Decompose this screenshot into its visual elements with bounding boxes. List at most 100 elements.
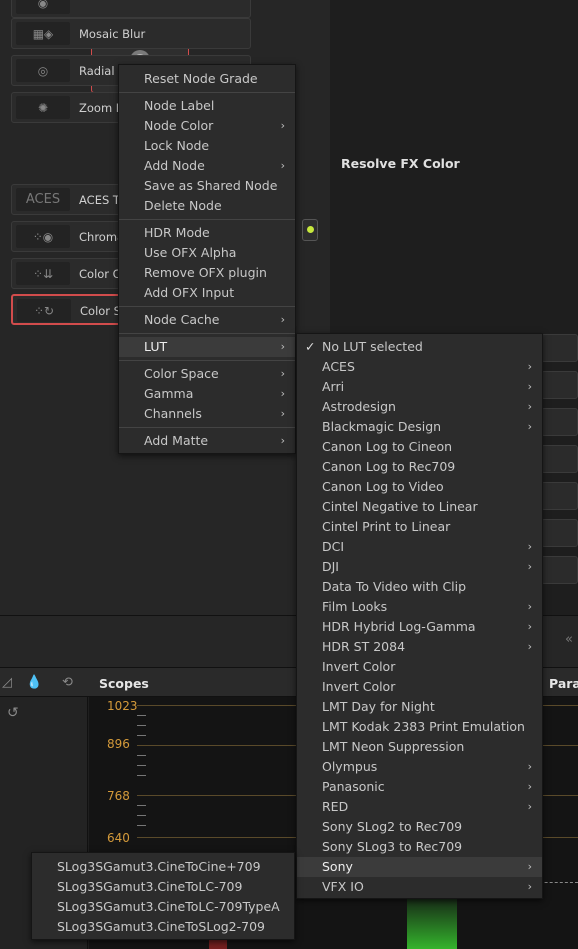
output-node[interactable]	[302, 219, 318, 241]
fx-item-partial[interactable]	[541, 445, 578, 473]
lut-item-sony-slog3-to-rec709[interactable]: Sony SLog3 to Rec709	[297, 837, 542, 857]
lut-item-canon-log-to-cineon[interactable]: Canon Log to Cineon	[297, 437, 542, 457]
menu-item-label: Gamma	[144, 386, 194, 401]
menu-item-hdr-mode[interactable]: HDR Mode	[119, 223, 295, 243]
chevron-right-icon: ›	[527, 560, 532, 573]
lut-item-film-looks[interactable]: Film Looks ›	[297, 597, 542, 617]
menu-item-label: Blackmagic Design	[322, 419, 442, 434]
menu-item-color-space[interactable]: Color Space ›	[119, 364, 295, 384]
menu-item-node-label[interactable]: Node Label	[119, 96, 295, 116]
menu-item-reset-node-grade[interactable]: Reset Node Grade	[119, 69, 295, 89]
menu-item-label: HDR Hybrid Log-Gamma	[322, 619, 476, 634]
lut-item-invert-color[interactable]: Invert Color	[297, 657, 542, 677]
scope-scale-1023: 1023	[107, 699, 138, 713]
lut-item-vfx-io[interactable]: VFX IO ›	[297, 877, 542, 897]
menu-item-label: Channels	[144, 406, 202, 421]
chevron-right-icon: ›	[280, 313, 285, 326]
fx-item-partial[interactable]	[541, 371, 578, 399]
lut-item-olympus[interactable]: Olympus ›	[297, 757, 542, 777]
lut-item-sony[interactable]: Sony ›	[297, 857, 542, 877]
menu-separator	[119, 306, 295, 307]
scope-tick	[137, 775, 146, 776]
sony-lut-cine-to-lc709-typea[interactable]: SLog3SGamut3.CineToLC-709TypeA	[32, 897, 294, 917]
reset-icon[interactable]: ↺	[7, 705, 19, 721]
lut-item-hdr-hybrid-log-gamma[interactable]: HDR Hybrid Log-Gamma ›	[297, 617, 542, 637]
lut-item-arri[interactable]: Arri ›	[297, 377, 542, 397]
zoom-blur-icon: ✺	[16, 96, 70, 119]
lut-item-hdr-st-2084[interactable]: HDR ST 2084 ›	[297, 637, 542, 657]
menu-item-gamma[interactable]: Gamma ›	[119, 384, 295, 404]
lut-item-astrodesign[interactable]: Astrodesign ›	[297, 397, 542, 417]
fx-item-mosaic-blur[interactable]: ▦◈ Mosaic Blur	[11, 18, 251, 49]
chevron-right-icon: ›	[527, 360, 532, 373]
menu-item-label: SLog3SGamut3.CineToSLog2-709	[57, 919, 265, 934]
lut-item-dji[interactable]: DJI ›	[297, 557, 542, 577]
menu-item-label: Remove OFX plugin	[144, 265, 267, 280]
menu-item-use-ofx-alpha[interactable]: Use OFX Alpha	[119, 243, 295, 263]
menu-item-label: Canon Log to Cineon	[322, 439, 453, 454]
menu-item-label: VFX IO	[322, 879, 364, 894]
menu-item-node-cache[interactable]: Node Cache ›	[119, 310, 295, 330]
sony-lut-cine-to-lc709[interactable]: SLog3SGamut3.CineToLC-709	[32, 877, 294, 897]
lut-item-aces[interactable]: ACES ›	[297, 357, 542, 377]
lut-item-data-to-video-with-clip[interactable]: Data To Video with Clip	[297, 577, 542, 597]
menu-item-label: Canon Log to Rec709	[322, 459, 456, 474]
chevrons-left-icon[interactable]: «	[565, 632, 573, 647]
lut-item-dci[interactable]: DCI ›	[297, 537, 542, 557]
menu-item-channels[interactable]: Channels ›	[119, 404, 295, 424]
scope-tick	[137, 715, 146, 716]
lut-item-panasonic[interactable]: Panasonic ›	[297, 777, 542, 797]
lut-item-canon-log-to-rec709[interactable]: Canon Log to Rec709	[297, 457, 542, 477]
menu-item-remove-ofx-plugin[interactable]: Remove OFX plugin	[119, 263, 295, 283]
lut-item-lmt-day-for-night[interactable]: LMT Day for Night	[297, 697, 542, 717]
chevron-right-icon: ›	[527, 600, 532, 613]
menu-item-add-ofx-input[interactable]: Add OFX Input	[119, 283, 295, 303]
chevron-right-icon: ›	[280, 434, 285, 447]
lut-item-sony-slog2-to-rec709[interactable]: Sony SLog2 to Rec709	[297, 817, 542, 837]
fx-item-label: Mosaic Blur	[79, 27, 146, 41]
chevron-right-icon: ›	[280, 340, 285, 353]
menu-item-node-color[interactable]: Node Color ›	[119, 116, 295, 136]
lut-item-invert-color-2[interactable]: Invert Color	[297, 677, 542, 697]
chevron-right-icon: ›	[280, 159, 285, 172]
sony-lut-cine-to-cine709[interactable]: SLog3SGamut3.CineToCine+709	[32, 857, 294, 877]
menu-item-label: RED	[322, 799, 349, 814]
lut-item-no-lut-selected[interactable]: ✓ No LUT selected	[297, 337, 542, 357]
menu-item-lock-node[interactable]: Lock Node	[119, 136, 295, 156]
fx-item-partial[interactable]	[541, 482, 578, 510]
menu-item-label: Add Node	[144, 158, 205, 173]
chevron-right-icon: ›	[280, 407, 285, 420]
lut-submenu: ✓ No LUT selected ACES › Arri › Astrodesign…	[296, 333, 543, 899]
menu-item-delete-node[interactable]: Delete Node	[119, 196, 295, 216]
scope-tick	[137, 725, 146, 726]
fx-item-partial[interactable]	[541, 334, 578, 362]
lut-item-red[interactable]: RED ›	[297, 797, 542, 817]
drop-icon[interactable]: 💧	[26, 675, 42, 690]
chevron-right-icon: ›	[527, 880, 532, 893]
menu-item-label: LMT Neon Suppression	[322, 739, 465, 754]
triangle-icon[interactable]: ◿	[2, 675, 12, 690]
lut-item-cintel-negative-to-linear[interactable]: Cintel Negative to Linear	[297, 497, 542, 517]
menu-item-label: LMT Day for Night	[322, 699, 435, 714]
menu-item-label: Data To Video with Clip	[322, 579, 467, 594]
menu-item-label: Delete Node	[144, 198, 222, 213]
history-icon[interactable]: ⟲	[62, 675, 73, 690]
lut-item-lmt-kodak-2383[interactable]: LMT Kodak 2383 Print Emulation	[297, 717, 542, 737]
fx-item-partial[interactable]	[541, 408, 578, 436]
menu-item-add-node[interactable]: Add Node ›	[119, 156, 295, 176]
chevron-right-icon: ›	[527, 620, 532, 633]
menu-item-lut[interactable]: LUT ›	[119, 337, 295, 357]
menu-item-save-as-shared-node[interactable]: Save as Shared Node	[119, 176, 295, 196]
lut-item-blackmagic-design[interactable]: Blackmagic Design ›	[297, 417, 542, 437]
sony-lut-cine-to-slog2-709[interactable]: SLog3SGamut3.CineToSLog2-709	[32, 917, 294, 937]
fx-item-lens-blur[interactable]: ◉	[11, 0, 251, 18]
lut-item-lmt-neon-suppression[interactable]: LMT Neon Suppression	[297, 737, 542, 757]
menu-item-add-matte[interactable]: Add Matte ›	[119, 431, 295, 451]
menu-item-label: LUT	[144, 339, 168, 354]
chevron-right-icon: ›	[527, 780, 532, 793]
scope-tick	[137, 805, 146, 806]
lut-item-canon-log-to-video[interactable]: Canon Log to Video	[297, 477, 542, 497]
lut-item-cintel-print-to-linear[interactable]: Cintel Print to Linear	[297, 517, 542, 537]
fx-item-partial[interactable]	[541, 556, 578, 584]
fx-item-partial[interactable]	[541, 519, 578, 547]
